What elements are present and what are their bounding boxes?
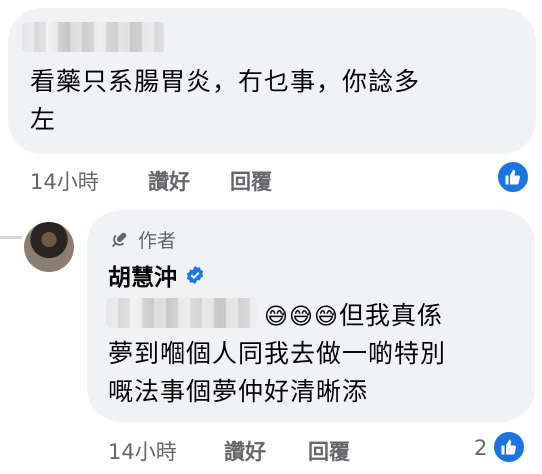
comment-text-line: 看藥只系腸胃炎，冇乜事，你諗多 <box>30 67 421 96</box>
reaction-count[interactable]: 2 <box>474 436 487 460</box>
microphone-icon <box>111 232 127 247</box>
like-button[interactable]: 讚好 <box>224 436 266 466</box>
reply-timestamp[interactable]: 14小時 <box>108 436 177 466</box>
commenter-name-row: 胡慧沖 <box>108 258 205 292</box>
like-reaction-icon[interactable] <box>492 430 526 464</box>
reply-thread-line <box>0 236 22 239</box>
comment-bubble: 看藥只系腸胃炎，冇乜事，你諗多 左 <box>8 8 536 154</box>
like-reaction-icon[interactable] <box>496 160 530 194</box>
reply-text-line: 😅😅😅但我真係 <box>264 301 443 330</box>
thumbs-up-icon <box>505 169 520 185</box>
redacted-commenter-name <box>22 22 164 52</box>
reply-button[interactable]: 回覆 <box>230 166 272 196</box>
reply-text-line: 嘅法事個夢仲好清晰添 <box>108 377 369 406</box>
author-badge-label: 作者 <box>138 230 177 252</box>
emoji-sweat-smile: 😅😅😅 <box>264 304 339 330</box>
reply-button[interactable]: 回覆 <box>308 436 350 466</box>
thumbs-up-icon <box>501 439 516 455</box>
like-button[interactable]: 讚好 <box>148 166 190 196</box>
reply-text-line: 夢到嗰個人同我去做一啲特別 <box>108 339 447 368</box>
commenter-name[interactable]: 胡慧沖 <box>108 258 177 292</box>
comment-text-line: 左 <box>30 105 57 134</box>
redacted-mention <box>106 298 258 328</box>
author-badge: 作者 <box>108 226 176 253</box>
verified-badge-icon <box>186 265 204 285</box>
avatar[interactable] <box>24 222 74 272</box>
comment-timestamp[interactable]: 14小時 <box>30 166 99 196</box>
